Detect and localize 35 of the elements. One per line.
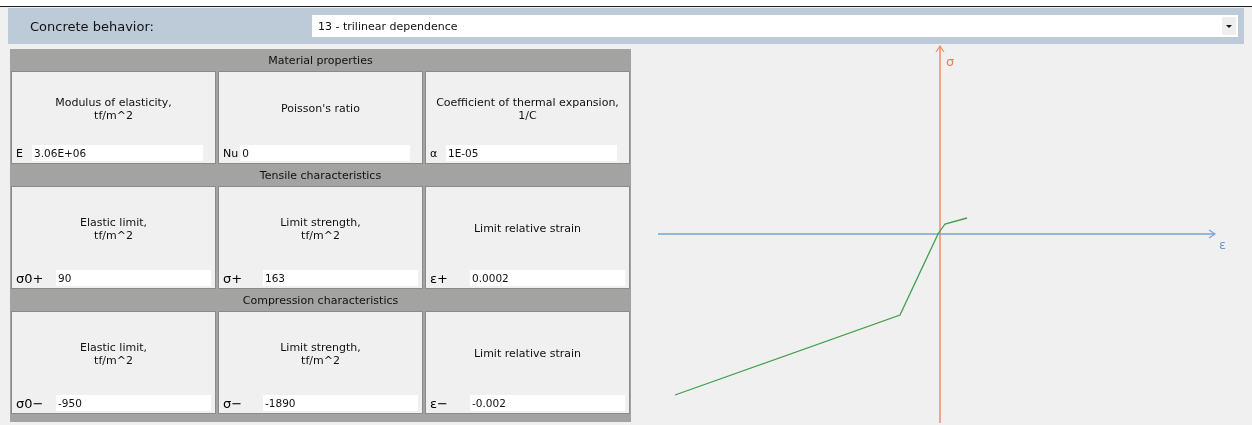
value-field[interactable]: 163 — [263, 270, 418, 286]
property-label: Poisson's ratio — [280, 101, 361, 117]
symbol-label: ε+ — [430, 270, 449, 286]
symbol-label: σ0+ — [16, 270, 45, 286]
behavior-label: Concrete behavior: — [30, 18, 155, 34]
value-field[interactable]: 90 — [56, 270, 211, 286]
value-field[interactable]: -1890 — [263, 395, 418, 411]
property-label: Elastic limit, tf/m^2 — [78, 214, 149, 244]
symbol-label: Nu — [223, 146, 240, 160]
value-field[interactable]: -950 — [56, 395, 211, 411]
property-label: Limit strength, tf/m^2 — [279, 339, 362, 369]
property-label: Modulus of elasticity, tf/m^2 — [54, 94, 173, 124]
property-label: Elastic limit, tf/m^2 — [78, 339, 149, 369]
value-field[interactable]: 0 — [240, 145, 410, 161]
section-header: Compression characteristics — [241, 292, 400, 309]
value-field[interactable]: 1E-05 — [446, 145, 617, 161]
caret-icon — [1222, 17, 1236, 35]
symbol-label: ε− — [430, 395, 449, 411]
property-label: Coefficient of thermal expansion, 1/C — [435, 94, 620, 124]
symbol-label: E — [16, 146, 24, 160]
property-label: Limit strength, tf/m^2 — [279, 214, 362, 244]
symbol-label: α — [430, 146, 439, 160]
value-field[interactable]: 3.06E+06 — [32, 145, 203, 161]
axis-label: σ — [946, 54, 955, 69]
property-label: Limit relative strain — [472, 221, 583, 237]
behavior-dropdown[interactable]: 13 - trilinear dependence — [312, 15, 1238, 37]
symbol-label: σ0− — [16, 395, 45, 411]
value-field[interactable]: -0.002 — [470, 395, 625, 411]
section-header: Tensile characteristics — [258, 167, 383, 184]
property-label: Limit relative strain — [472, 346, 583, 362]
section-header: Material properties — [267, 52, 374, 69]
value-field[interactable]: 0.0002 — [470, 270, 625, 286]
symbol-label: σ− — [223, 395, 244, 411]
symbol-label: σ+ — [223, 270, 244, 286]
axis-label: ε — [1219, 237, 1227, 252]
